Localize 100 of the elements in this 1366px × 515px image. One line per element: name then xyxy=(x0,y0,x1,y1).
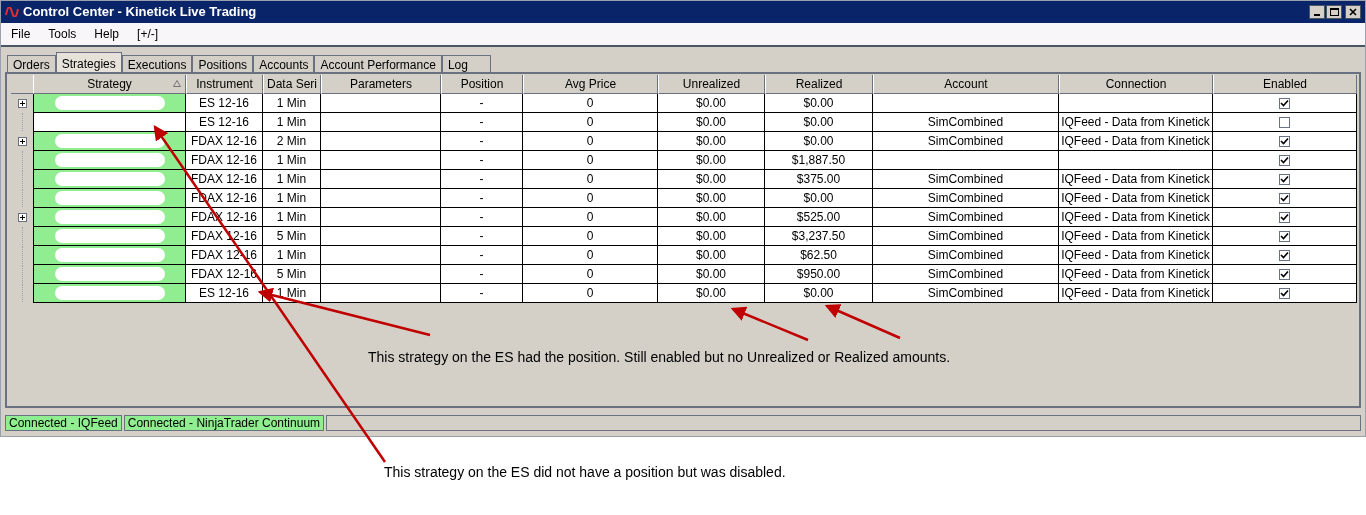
column-header[interactable]: Position xyxy=(441,75,523,94)
table-cell: ES 12-16 xyxy=(186,284,263,303)
maximize-button[interactable] xyxy=(1326,5,1342,19)
table-cell: 0 xyxy=(523,94,658,113)
table-cell: 0 xyxy=(523,265,658,284)
table-cell: $3,237.50 xyxy=(765,227,873,246)
column-header[interactable]: Account xyxy=(873,75,1059,94)
table-cell: SimCombined xyxy=(873,113,1059,132)
table-cell: FDAX 12-16 xyxy=(186,151,263,170)
table-cell: IQFeed - Data from Kinetick xyxy=(1059,170,1213,189)
column-header[interactable]: Parameters xyxy=(321,75,441,94)
tab[interactable]: Log xyxy=(441,55,491,72)
column-header[interactable]: Connection xyxy=(1059,75,1213,94)
table-cell: - xyxy=(441,227,523,246)
expand-icon[interactable] xyxy=(17,212,27,222)
expand-icon[interactable] xyxy=(17,136,27,146)
table-cell: $525.00 xyxy=(765,208,873,227)
table-cell: IQFeed - Data from Kinetick xyxy=(1059,246,1213,265)
table-cell: $0.00 xyxy=(765,132,873,151)
table-cell: $0.00 xyxy=(765,284,873,303)
table-cell: $1,887.50 xyxy=(765,151,873,170)
table-cell: - xyxy=(441,94,523,113)
table-cell: - xyxy=(441,113,523,132)
window-title: Control Center - Kinetick Live Trading xyxy=(23,3,257,22)
tab[interactable]: Strategies xyxy=(55,52,122,72)
table-cell: SimCombined xyxy=(873,246,1059,265)
table-cell: $0.00 xyxy=(658,246,765,265)
tab[interactable]: Account Performance xyxy=(314,55,442,72)
checkbox[interactable] xyxy=(1279,135,1290,147)
column-header[interactable]: Instrument xyxy=(186,75,263,94)
checkbox[interactable] xyxy=(1279,192,1290,204)
tab[interactable]: Positions xyxy=(192,55,254,72)
menu-item[interactable]: [+/-] xyxy=(137,25,159,43)
table-cell: - xyxy=(441,284,523,303)
menu-item[interactable]: File xyxy=(11,25,31,43)
menu-item[interactable]: Help xyxy=(94,25,120,43)
annotation-text: This strategy on the ES did not have a position but was disabled. xyxy=(384,463,786,482)
table-cell: $0.00 xyxy=(765,113,873,132)
checkbox[interactable] xyxy=(1279,97,1290,109)
table-cell: 1 Min xyxy=(263,246,321,265)
table-cell: SimCombined xyxy=(873,170,1059,189)
table-cell: IQFeed - Data from Kinetick xyxy=(1059,208,1213,227)
table-cell: 5 Min xyxy=(263,265,321,284)
table-cell: 2 Min xyxy=(263,132,321,151)
table-cell: 0 xyxy=(523,208,658,227)
table-cell: IQFeed - Data from Kinetick xyxy=(1059,132,1213,151)
checkbox[interactable] xyxy=(1279,268,1290,280)
table-cell: 1 Min xyxy=(263,113,321,132)
tab[interactable]: Orders xyxy=(7,55,56,72)
table-cell: $0.00 xyxy=(658,284,765,303)
table-cell: $0.00 xyxy=(658,189,765,208)
table-cell: FDAX 12-16 xyxy=(186,132,263,151)
table-cell: 1 Min xyxy=(263,170,321,189)
table-cell: $0.00 xyxy=(658,227,765,246)
column-header[interactable]: Unrealized xyxy=(658,75,765,94)
table-cell: - xyxy=(441,189,523,208)
table-cell: IQFeed - Data from Kinetick xyxy=(1059,189,1213,208)
column-header[interactable]: Strategy xyxy=(33,75,186,94)
column-header[interactable]: Avg Price xyxy=(523,75,658,94)
sort-arrow-icon xyxy=(173,80,181,87)
checkbox[interactable] xyxy=(1279,154,1290,166)
minimize-button[interactable] xyxy=(1309,5,1325,19)
checkbox[interactable] xyxy=(1279,287,1290,299)
checkbox[interactable] xyxy=(1279,230,1290,242)
table-cell: 0 xyxy=(523,151,658,170)
close-button[interactable] xyxy=(1345,5,1361,19)
table-cell: $375.00 xyxy=(765,170,873,189)
tab[interactable]: Executions xyxy=(121,55,193,72)
table-cell: - xyxy=(441,265,523,284)
table-cell: $0.00 xyxy=(658,170,765,189)
column-header[interactable]: Data Seri xyxy=(263,75,321,94)
table-cell: IQFeed - Data from Kinetick xyxy=(1059,113,1213,132)
table-cell: - xyxy=(441,132,523,151)
checkbox[interactable] xyxy=(1279,173,1290,185)
table-cell: 0 xyxy=(523,113,658,132)
checkbox[interactable] xyxy=(1279,211,1290,223)
table-cell: 0 xyxy=(523,246,658,265)
table-cell: - xyxy=(441,151,523,170)
checkbox[interactable] xyxy=(1279,116,1290,128)
table-cell: 1 Min xyxy=(263,208,321,227)
table-cell: - xyxy=(441,246,523,265)
table-cell: - xyxy=(441,208,523,227)
table-cell: ES 12-16 xyxy=(186,113,263,132)
table-cell: SimCombined xyxy=(873,208,1059,227)
column-header[interactable]: Enabled xyxy=(1213,75,1357,94)
table-cell: FDAX 12-16 xyxy=(186,170,263,189)
column-header[interactable]: Realized xyxy=(765,75,873,94)
expand-icon[interactable] xyxy=(17,98,27,108)
table-cell: 0 xyxy=(523,284,658,303)
table-cell: 5 Min xyxy=(263,227,321,246)
table-cell: 1 Min xyxy=(263,189,321,208)
menu-item[interactable]: Tools xyxy=(48,25,77,43)
table-cell: $0.00 xyxy=(658,113,765,132)
tab[interactable]: Accounts xyxy=(253,55,315,72)
table-cell: SimCombined xyxy=(873,132,1059,151)
table-cell: $0.00 xyxy=(658,132,765,151)
table-cell: SimCombined xyxy=(873,189,1059,208)
checkbox[interactable] xyxy=(1279,249,1290,261)
table-cell: SimCombined xyxy=(873,227,1059,246)
table-cell: 0 xyxy=(523,132,658,151)
